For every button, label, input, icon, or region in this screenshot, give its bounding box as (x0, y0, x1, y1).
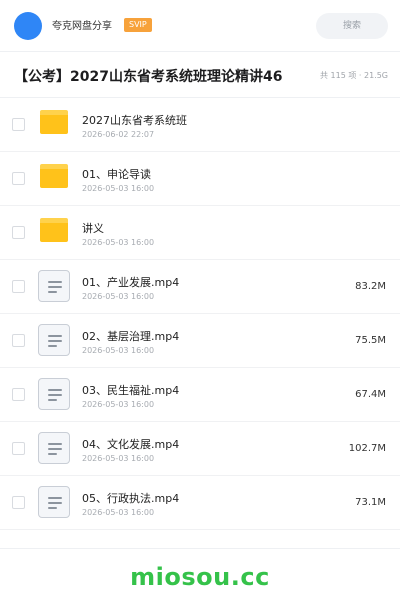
share-header: 【公考】2027山东省考系统班理论精讲46 共 115 项 · 21.5G (0, 52, 400, 98)
select-checkbox[interactable] (12, 172, 25, 185)
select-checkbox[interactable] (12, 388, 25, 401)
file-name: 2027山东省考系统班 (82, 114, 187, 127)
file-date: 2026-05-03 16:00 (82, 292, 155, 301)
search-button[interactable]: 搜索 (316, 13, 388, 39)
list-item[interactable]: 讲义 2026-05-03 16:00 (0, 206, 400, 260)
top-bar: 夸克网盘分享 SVIP 搜索 (0, 0, 400, 52)
folder-icon (40, 218, 68, 242)
file-size: 73.1M (355, 497, 386, 508)
file-size: 83.2M (355, 281, 386, 292)
file-name: 04、文化发展.mp4 (82, 438, 180, 451)
select-checkbox[interactable] (12, 226, 25, 239)
select-checkbox[interactable] (12, 334, 25, 347)
file-date: 2026-06-02 22:07 (82, 130, 155, 139)
list-item[interactable]: 02、基层治理.mp4 2026-05-03 16:00 75.5M (0, 314, 400, 368)
file-name: 01、产业发展.mp4 (82, 276, 180, 289)
list-item[interactable]: 05、行政执法.mp4 2026-05-03 16:00 73.1M (0, 476, 400, 530)
file-date: 2026-05-03 16:00 (82, 400, 155, 409)
file-name: 01、申论导读 (82, 168, 151, 181)
video-file-icon (38, 432, 70, 464)
folder-icon (40, 164, 68, 188)
list-item[interactable]: 01、申论导读 2026-05-03 16:00 (0, 152, 400, 206)
svip-badge: SVIP (124, 18, 152, 32)
file-name: 03、民生福祉.mp4 (82, 384, 180, 397)
share-meta: 共 115 项 · 21.5G (320, 71, 388, 80)
file-name: 02、基层治理.mp4 (82, 330, 180, 343)
file-date: 2026-05-03 16:00 (82, 238, 155, 247)
folder-icon (40, 110, 68, 134)
file-name: 05、行政执法.mp4 (82, 492, 180, 505)
file-date: 2026-05-03 16:00 (82, 346, 155, 355)
select-checkbox[interactable] (12, 442, 25, 455)
username[interactable]: 夸克网盘分享 (52, 17, 112, 32)
avatar[interactable] (14, 12, 42, 40)
file-name: 讲义 (82, 222, 104, 235)
list-item[interactable]: 01、产业发展.mp4 2026-05-03 16:00 83.2M (0, 260, 400, 314)
video-file-icon (38, 378, 70, 410)
file-date: 2026-05-03 16:00 (82, 184, 155, 193)
share-title: 【公考】2027山东省考系统班理论精讲46 (14, 69, 283, 85)
list-item[interactable]: 03、民生福祉.mp4 2026-05-03 16:00 67.4M (0, 368, 400, 422)
list-item[interactable]: 2027山东省考系统班 2026-06-02 22:07 (0, 98, 400, 152)
file-date: 2026-05-03 16:00 (82, 454, 155, 463)
watermark: miosou.cc (130, 563, 270, 591)
select-checkbox[interactable] (12, 280, 25, 293)
file-list: 2027山东省考系统班 2026-06-02 22:07 01、申论导读 202… (0, 98, 400, 530)
file-size: 75.5M (355, 335, 386, 346)
video-file-icon (38, 270, 70, 302)
file-date: 2026-05-03 16:00 (82, 508, 155, 517)
select-checkbox[interactable] (12, 496, 25, 509)
file-size: 67.4M (355, 389, 386, 400)
select-checkbox[interactable] (12, 118, 25, 131)
video-file-icon (38, 324, 70, 356)
file-size: 102.7M (348, 443, 386, 454)
footer: miosou.cc (0, 548, 400, 600)
list-item[interactable]: 04、文化发展.mp4 2026-05-03 16:00 102.7M (0, 422, 400, 476)
video-file-icon (38, 486, 70, 518)
